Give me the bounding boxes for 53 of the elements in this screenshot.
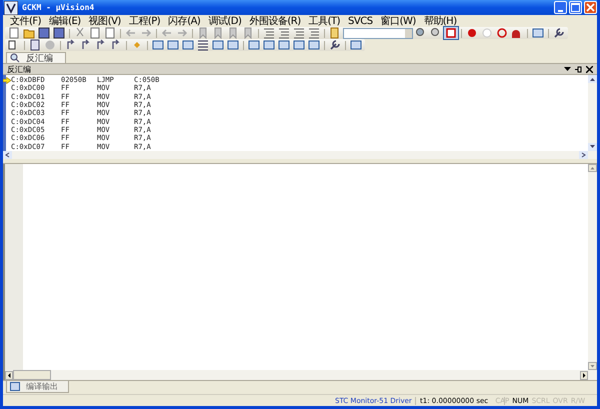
- window-icon[interactable]: [181, 39, 195, 51]
- scroll-left-icon[interactable]: [5, 370, 13, 380]
- scroll-left-icon[interactable]: [3, 151, 12, 159]
- window-icon[interactable]: [307, 39, 321, 51]
- window-icon[interactable]: [166, 39, 180, 51]
- scroll-thumb[interactable]: [13, 370, 51, 380]
- menu-item[interactable]: 视图(V): [84, 14, 125, 28]
- horizontal-scrollbar[interactable]: [5, 370, 588, 380]
- vertical-scrollbar[interactable]: [588, 75, 597, 151]
- menu-item[interactable]: 窗口(W): [376, 14, 420, 28]
- pin-icon[interactable]: [575, 66, 582, 72]
- maximize-icon: [571, 3, 580, 12]
- window-icon[interactable]: [262, 39, 276, 51]
- new-file-icon[interactable]: [7, 27, 21, 39]
- build-output-tab[interactable]: 编译输出: [6, 381, 69, 393]
- lines-icon[interactable]: [196, 39, 210, 51]
- horizontal-scrollbar[interactable]: [3, 151, 597, 159]
- window-icon[interactable]: [292, 39, 306, 51]
- close-icon: [586, 3, 595, 12]
- menu-item[interactable]: 闪存(A): [164, 14, 204, 28]
- window-icon[interactable]: [531, 27, 545, 39]
- scroll-right-icon[interactable]: [579, 151, 588, 159]
- window-icon[interactable]: [211, 39, 225, 51]
- window-icon[interactable]: [247, 39, 261, 51]
- minimize-button[interactable]: [554, 1, 567, 14]
- window-title: GCKM - μVision4: [22, 3, 96, 12]
- breakpoint-icon[interactable]: [465, 27, 479, 39]
- menu-item[interactable]: 工程(P): [124, 14, 164, 28]
- scroll-up-icon[interactable]: [588, 75, 597, 83]
- menu-item[interactable]: SVCS: [344, 16, 377, 26]
- minimize-icon: [558, 10, 563, 12]
- window-icon: [10, 382, 20, 391]
- menu-item[interactable]: 外围设备(R): [245, 14, 305, 28]
- maximize-button[interactable]: [569, 1, 582, 14]
- panel-title: 反汇编: [7, 64, 32, 74]
- scroll-right-icon[interactable]: [580, 370, 588, 380]
- dropdown-icon[interactable]: [564, 66, 571, 72]
- window-icon[interactable]: [226, 39, 240, 51]
- window-icon[interactable]: [151, 39, 165, 51]
- wrench-icon[interactable]: [552, 27, 566, 39]
- app-icon: [4, 0, 18, 14]
- window-icon[interactable]: [349, 39, 363, 51]
- close-icon[interactable]: [586, 66, 593, 72]
- scroll-down-icon[interactable]: [588, 143, 597, 151]
- menu-item[interactable]: 调试(D): [204, 14, 246, 28]
- window-icon[interactable]: [277, 39, 291, 51]
- menu-item[interactable]: 文件(F): [6, 14, 46, 28]
- menu-item[interactable]: 帮助(H): [420, 14, 461, 28]
- menu-item[interactable]: 工具(T): [304, 14, 344, 28]
- disassembly-tab[interactable]: 反汇编: [6, 52, 66, 63]
- wrench-icon[interactable]: [328, 39, 342, 51]
- close-button[interactable]: [584, 1, 597, 14]
- menu-item[interactable]: 编辑(E): [45, 14, 85, 28]
